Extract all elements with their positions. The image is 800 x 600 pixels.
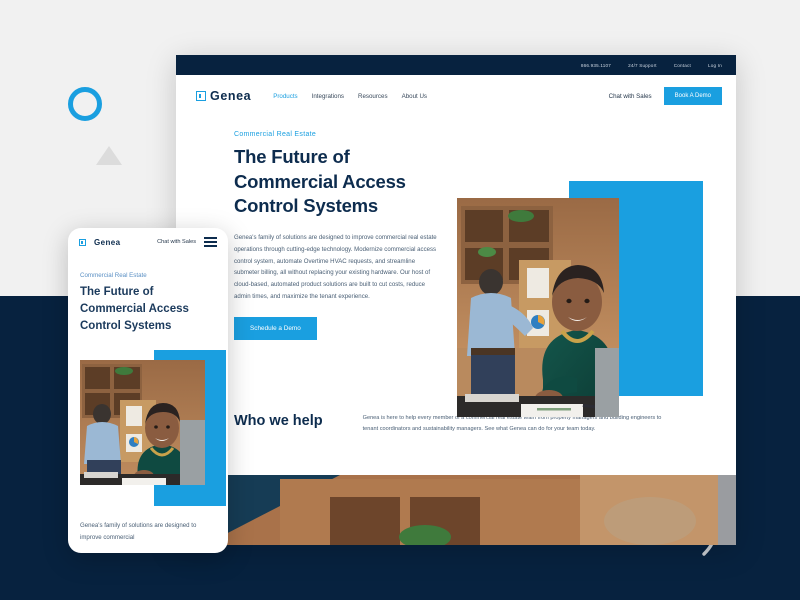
mobile-office-photo xyxy=(80,360,205,485)
primary-nav: Products Integrations Resources About Us xyxy=(273,93,427,100)
schedule-a-demo-button[interactable]: Schedule a Demo xyxy=(234,317,317,341)
nav-item-resources[interactable]: Resources xyxy=(358,93,388,100)
nav-item-about-us[interactable]: About Us xyxy=(402,93,427,100)
mobile-hero-body-text: Genea's family of solutions are designed… xyxy=(80,522,197,542)
mobile-hero-headline: The Future of Commercial Access Control … xyxy=(80,284,216,334)
mobile-headline-line-1: The Future of xyxy=(80,286,154,298)
hero-headline-line-1: The Future of xyxy=(234,146,350,167)
chat-with-sales-link[interactable]: Chat with Sales xyxy=(609,93,652,100)
who-we-help-section: Who we help Genea is here to help every … xyxy=(176,389,736,436)
topbar-phone[interactable]: 866.935.1107 xyxy=(581,63,611,68)
desktop-browser-mockup: 866.935.1107 24/7 Support Contact Log In… xyxy=(176,55,736,545)
hamburger-menu-icon[interactable] xyxy=(204,237,217,247)
mobile-genea-logo-mark-icon xyxy=(79,238,86,246)
mobile-genea-logo-text: Genea xyxy=(94,237,121,247)
navbar-actions: Chat with Sales Book A Demo xyxy=(609,87,722,105)
screenshot-stage: 866.935.1107 24/7 Support Contact Log In… xyxy=(0,0,800,600)
hero-headline: The Future of Commercial Access Control … xyxy=(234,145,444,219)
mobile-hero-section: Commercial Real Estate The Future of Com… xyxy=(68,256,228,334)
who-we-help-title: Who we help xyxy=(234,413,323,429)
mobile-phone-mockup: Genea Chat with Sales Commercial Real Es… xyxy=(68,228,228,553)
book-a-demo-button[interactable]: Book A Demo xyxy=(663,87,722,105)
bottom-interior-photo xyxy=(220,475,736,545)
hero-section: Commercial Real Estate The Future of Com… xyxy=(176,117,736,417)
hero-headline-line-3: Control Systems xyxy=(234,195,379,217)
utility-topbar: 866.935.1107 24/7 Support Contact Log In xyxy=(176,55,736,75)
mobile-headline-line-3: Control Systems xyxy=(80,319,172,332)
genea-logo-text: Genea xyxy=(210,89,252,103)
hero-eyebrow: Commercial Real Estate xyxy=(234,131,317,138)
mobile-headline-line-2: Commercial Access xyxy=(80,302,189,315)
triangle-icon xyxy=(96,146,122,165)
nav-item-integrations[interactable]: Integrations xyxy=(312,93,344,100)
genea-logo[interactable]: Genea xyxy=(196,89,251,103)
topbar-contact-link[interactable]: Contact xyxy=(674,63,691,68)
hero-headline-line-2: Commercial Access xyxy=(234,170,406,192)
hero-body-text: Genea's family of solutions are designed… xyxy=(234,233,437,301)
topbar-support-link[interactable]: 24/7 Support xyxy=(628,63,657,68)
main-navbar: Genea Products Integrations Resources Ab… xyxy=(176,75,736,117)
mobile-chat-with-sales-link[interactable]: Chat with Sales xyxy=(157,239,196,245)
nav-item-products[interactable]: Products xyxy=(273,93,297,100)
mobile-navbar: Genea Chat with Sales xyxy=(68,228,228,256)
topbar-login-link[interactable]: Log In xyxy=(708,63,722,68)
hero-office-photo xyxy=(457,198,619,417)
genea-logo-mark-icon xyxy=(196,91,206,101)
circle-outline-icon xyxy=(68,87,102,121)
mobile-hero-eyebrow: Commercial Real Estate xyxy=(80,272,147,279)
